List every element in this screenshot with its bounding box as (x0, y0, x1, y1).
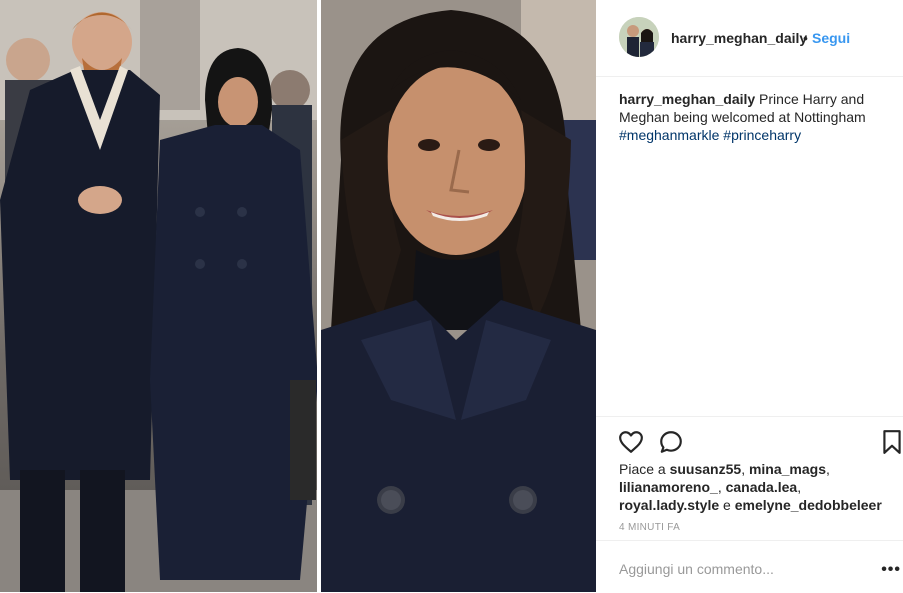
liker-username[interactable]: lilianamoreno_ (619, 479, 718, 495)
post-image-right-panel (321, 0, 596, 592)
likes-prefix: Piace a (619, 461, 670, 477)
comment-input[interactable] (619, 561, 859, 577)
bookmark-icon[interactable] (882, 429, 903, 455)
liker-username[interactable]: royal.lady.style (619, 497, 719, 513)
hashtag-link[interactable]: #princeharry (723, 127, 801, 143)
post-details-panel: harry_meghan_daily • Segui harry_meghan_… (596, 0, 903, 592)
more-options-icon[interactable]: ••• (881, 561, 901, 579)
post-username[interactable]: harry_meghan_daily (671, 30, 807, 46)
likes-conjunction: e (719, 497, 735, 513)
couple-walking-illustration (0, 0, 317, 592)
heart-icon[interactable] (618, 429, 644, 455)
comment-icon[interactable] (658, 429, 684, 455)
separator-dot: • (803, 30, 808, 46)
liker-username[interactable]: canada.lea (726, 479, 798, 495)
hashtag-link[interactable]: #meghanmarkle (619, 127, 719, 143)
liker-username[interactable]: mina_mags (749, 461, 826, 477)
liker-username[interactable]: emelyne_dedobbeleer (735, 497, 882, 513)
post-image-left-panel (0, 0, 317, 592)
avatar-image (619, 17, 659, 57)
post-caption: harry_meghan_daily Prince Harry and Megh… (619, 90, 889, 144)
liker-username[interactable]: suusanz55 (670, 461, 742, 477)
avatar[interactable] (619, 17, 659, 57)
portrait-illustration (321, 0, 596, 592)
comment-section: ••• (596, 540, 903, 593)
post-header: harry_meghan_daily • Segui (596, 0, 903, 77)
post-image[interactable] (0, 0, 596, 592)
likes-summary: Piace a suusanz55, mina_mags, lilianamor… (619, 461, 882, 513)
follow-button[interactable]: Segui (812, 30, 850, 46)
caption-username[interactable]: harry_meghan_daily (619, 91, 755, 107)
post-timestamp[interactable]: 4 MINUTI FA (619, 522, 680, 533)
